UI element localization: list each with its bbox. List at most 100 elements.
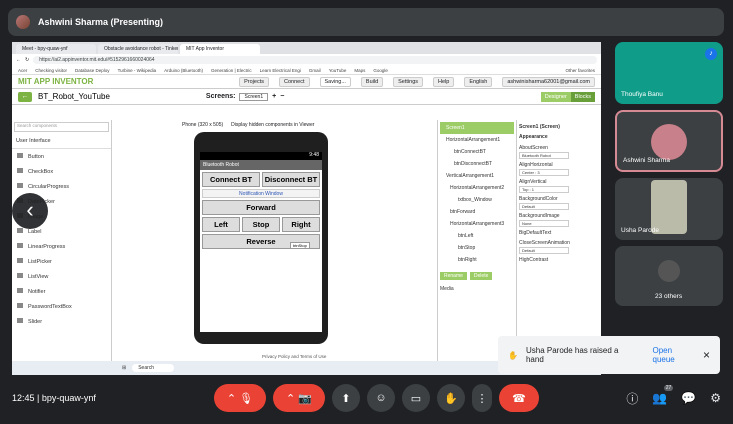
tree-node[interactable]: btnForward xyxy=(440,206,514,218)
tree-node[interactable]: btnStop xyxy=(440,242,514,254)
bookmark[interactable]: Other favorites xyxy=(565,68,601,73)
tab-meet[interactable]: Meet - bpy-quaw-ynf xyxy=(16,44,96,54)
bookmark[interactable]: Maps xyxy=(354,68,365,73)
bookmark[interactable]: Acer xyxy=(18,68,27,73)
present-icon[interactable]: ⬆ xyxy=(332,384,360,412)
tree-node[interactable]: HorizontalArrangement3 xyxy=(440,218,514,230)
footer-link[interactable]: Privacy Policy and Terms of Use xyxy=(262,354,326,359)
prop-value[interactable]: Bluetooth Robot xyxy=(519,152,569,159)
prev-arrow-icon[interactable]: ‹ xyxy=(12,193,48,229)
bookmark[interactable]: Checking visitor xyxy=(35,68,67,73)
tab-appinventor[interactable]: MIT App Inventor xyxy=(180,44,260,54)
properties-section[interactable]: Appearance xyxy=(519,132,599,142)
tree-node[interactable]: txtbox_Window xyxy=(440,194,514,206)
prop-label: BackgroundColor xyxy=(519,196,558,202)
delete-button[interactable]: Delete xyxy=(469,272,493,280)
palette-item[interactable]: PasswordTextBox xyxy=(12,299,111,314)
tree-node[interactable]: btnConnectBT xyxy=(440,146,514,158)
bookmark[interactable]: Arduino (Bluetooth) xyxy=(164,68,203,73)
tree-node[interactable]: btnLeft xyxy=(440,230,514,242)
prop-value[interactable]: None xyxy=(519,220,569,227)
connect-bt-button[interactable]: Connect BT xyxy=(202,172,260,187)
bookmark[interactable]: Gmail xyxy=(309,68,321,73)
menu-settings[interactable]: Settings xyxy=(393,76,424,87)
tree-node[interactable]: VerticalArrangement1 xyxy=(440,170,514,182)
raise-hand-icon[interactable]: ✋ xyxy=(437,384,465,412)
bookmark[interactable]: Generation | Electric xyxy=(211,68,252,73)
back-arrow-icon[interactable]: ← xyxy=(18,91,32,102)
close-icon[interactable]: × xyxy=(703,348,710,362)
left-button[interactable]: Left xyxy=(202,217,240,232)
palette-item[interactable]: Notifier xyxy=(12,284,111,299)
blocks-button[interactable]: Blocks xyxy=(570,91,595,102)
prop-value[interactable]: Default xyxy=(519,203,569,210)
palette-item[interactable]: CircularProgress xyxy=(12,179,111,194)
prop-value[interactable]: Default xyxy=(519,247,569,254)
reload-icon[interactable]: ↻ xyxy=(25,57,29,63)
tab-tinker[interactable]: Obstacle avoidance robot - Tinker xyxy=(98,44,178,54)
screen-dropdown[interactable]: Screen1 xyxy=(239,92,269,101)
participant-tile[interactable]: 23 others xyxy=(615,246,723,306)
bookmark[interactable]: Database Deploy xyxy=(75,68,110,73)
menu-help[interactable]: Help xyxy=(433,76,455,87)
captions-icon[interactable]: ▭ xyxy=(402,384,430,412)
windows-start-icon[interactable]: ⊞ xyxy=(122,365,126,371)
menu-language[interactable]: English xyxy=(464,76,493,87)
right-button[interactable]: Right xyxy=(282,217,320,232)
tree-node[interactable]: Screen1 xyxy=(440,122,514,134)
tree-node[interactable]: HorizontalArrangement1 xyxy=(440,134,514,146)
activities-icon[interactable]: ⚙ xyxy=(710,391,721,405)
menu-build[interactable]: Build xyxy=(360,76,384,87)
hidden-components-checkbox[interactable]: Display hidden components in Viewer xyxy=(231,122,314,128)
participant-name: Ashwini Sharma xyxy=(623,157,670,164)
menu-account[interactable]: ashwinisharma62001@gmail.com xyxy=(502,76,595,87)
more-options-icon[interactable]: ⋮ xyxy=(472,384,492,412)
notification-window[interactable]: Notification Window xyxy=(202,189,320,198)
forward-button[interactable]: Forward xyxy=(202,200,320,215)
palette-item[interactable]: Slider xyxy=(12,314,111,329)
stop-button[interactable]: Stop xyxy=(242,217,280,232)
bookmark[interactable]: Learn Electrical Engi xyxy=(260,68,301,73)
info-icon[interactable]: ⓘ xyxy=(626,390,638,407)
speaking-icon: ♪ xyxy=(705,48,717,60)
add-screen-icon[interactable]: + xyxy=(272,93,276,100)
participant-tile[interactable]: Ashwini Sharma xyxy=(615,110,723,172)
tree-node[interactable]: btnRight xyxy=(440,254,514,266)
open-queue-link[interactable]: Open queue xyxy=(653,346,695,364)
palette-item[interactable]: CheckBox xyxy=(12,164,111,179)
participant-video xyxy=(651,180,687,234)
participant-tile[interactable]: ♪ Thoufiya Banu xyxy=(615,42,723,104)
designer-body: Search components User Interface Button … xyxy=(12,120,601,361)
bookmark[interactable]: YouTube xyxy=(329,68,347,73)
screens-label: Screens: xyxy=(205,93,236,100)
tree-node[interactable]: HorizontalArrangement2 xyxy=(440,182,514,194)
chat-icon[interactable]: 💬 xyxy=(681,391,696,405)
tree-node[interactable]: btnDisconnectBT xyxy=(440,158,514,170)
palette-search[interactable]: Search components xyxy=(14,122,109,132)
mic-off-button[interactable]: ⌃ 🎙 xyxy=(214,384,266,412)
bookmark[interactable]: Google xyxy=(373,68,388,73)
back-icon[interactable]: ← xyxy=(16,57,21,63)
bookmark[interactable]: Turbine - Wikipedia xyxy=(118,68,157,73)
participant-tile[interactable]: Usha Parode xyxy=(615,178,723,240)
palette-category[interactable]: User Interface xyxy=(12,134,111,149)
camera-off-button[interactable]: ⌃ 📷 xyxy=(273,384,325,412)
designer-button[interactable]: Designer xyxy=(540,91,571,102)
disconnect-bt-button[interactable]: Disconnect BT xyxy=(262,172,320,187)
palette-item[interactable]: Button xyxy=(12,149,111,164)
rename-button[interactable]: Rename xyxy=(440,272,467,280)
device-size-select[interactable]: Phone (320 x 505) xyxy=(182,122,223,128)
prop-value[interactable]: Center : 3 xyxy=(519,169,569,176)
remove-screen-icon[interactable]: − xyxy=(280,93,284,100)
palette-item[interactable]: ListView xyxy=(12,269,111,284)
people-icon[interactable]: 👥 27 xyxy=(652,385,674,405)
taskbar-search[interactable]: Search xyxy=(132,364,175,372)
prop-value[interactable]: Top : 1 xyxy=(519,186,569,193)
leave-call-button[interactable]: ☎ xyxy=(499,384,539,412)
url-field[interactable]: https://ai2.appinventor.mit.edu/#5152961… xyxy=(33,56,597,64)
emoji-icon[interactable]: ☺ xyxy=(367,384,395,412)
palette-item[interactable]: LinearProgress xyxy=(12,239,111,254)
menu-projects[interactable]: Projects xyxy=(239,76,269,87)
menu-connect[interactable]: Connect xyxy=(279,76,310,87)
palette-item[interactable]: ListPicker xyxy=(12,254,111,269)
